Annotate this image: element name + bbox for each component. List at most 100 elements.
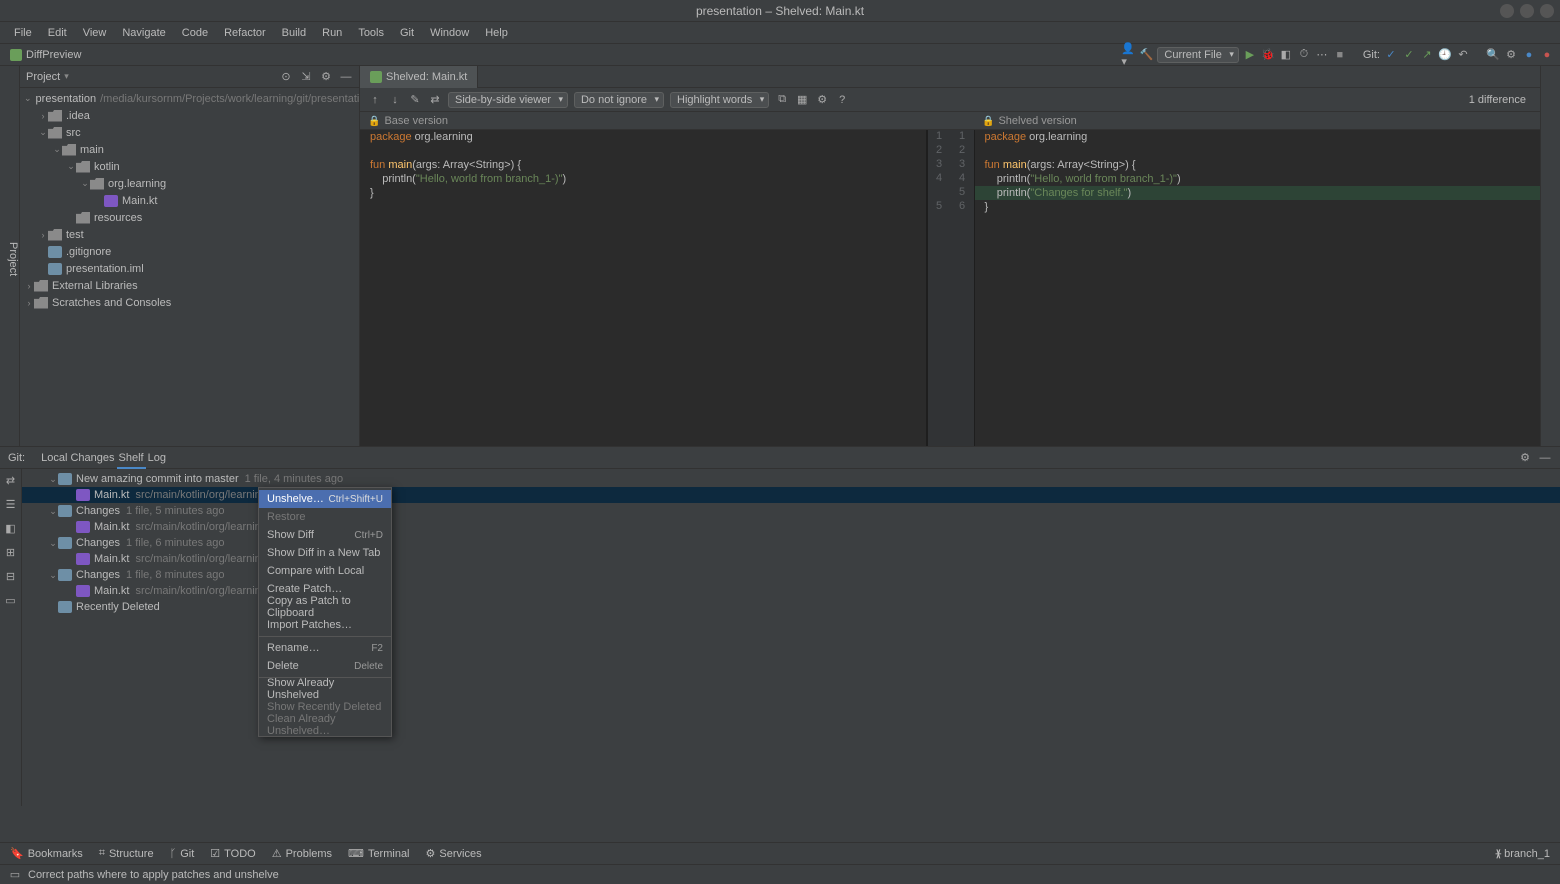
git-rollback-icon[interactable]: ↶	[1456, 48, 1470, 62]
close-button[interactable]	[1540, 4, 1554, 18]
tree-org-learning[interactable]: ⌄org.learning	[20, 175, 359, 192]
edit-icon[interactable]: ✎	[408, 93, 422, 107]
menu-item-copy-as-patch-to-clipboard[interactable]: Copy as Patch to Clipboard	[259, 598, 391, 616]
maximize-button[interactable]	[1520, 4, 1534, 18]
footer-tab-services[interactable]: ⚙ Services	[426, 847, 482, 860]
run-config-combo[interactable]: Current File	[1157, 47, 1238, 63]
next-diff-icon[interactable]: ↓	[388, 93, 402, 107]
menu-run[interactable]: Run	[314, 27, 350, 39]
stop-icon[interactable]: ■	[1333, 48, 1347, 62]
shelf-item[interactable]: Main.ktsrc/main/kotlin/org/learning	[22, 551, 1560, 567]
menu-item-compare-with-local[interactable]: Compare with Local	[259, 562, 391, 580]
hammer-icon[interactable]: 🔨	[1139, 48, 1153, 62]
diff-pane-right[interactable]: package org.learningfun main(args: Array…	[975, 130, 1541, 446]
menu-navigate[interactable]: Navigate	[114, 27, 173, 39]
menu-build[interactable]: Build	[274, 27, 314, 39]
minimize-button[interactable]	[1500, 4, 1514, 18]
panel-hide-icon[interactable]: —	[339, 70, 353, 84]
shelf-item[interactable]: ⌄New amazing commit into master1 file, 4…	[22, 471, 1560, 487]
tree-external-libraries[interactable]: ›External Libraries	[20, 277, 359, 294]
collapse-icon[interactable]: ⧉	[775, 93, 789, 107]
menu-git[interactable]: Git	[392, 27, 422, 39]
nav-diffpreview[interactable]: DiffPreview	[6, 49, 85, 61]
expand-all-icon[interactable]: ⇲	[299, 70, 313, 84]
git-history-icon[interactable]: 🕘	[1438, 48, 1452, 62]
shelf-item[interactable]: Main.ktsrc/main/kotlin/org/learning	[22, 583, 1560, 599]
menu-item-show-already-unshelved[interactable]: Show Already Unshelved	[259, 680, 391, 698]
shelf-preview-icon[interactable]: ▭	[4, 593, 18, 607]
footer-tab-problems[interactable]: ⚠ Problems	[272, 847, 332, 860]
settings-icon[interactable]: ⚙	[1504, 48, 1518, 62]
project-tool-tab[interactable]: Project	[0, 66, 20, 446]
shelf-group-icon[interactable]: ☰	[4, 497, 18, 511]
menu-view[interactable]: View	[75, 27, 115, 39]
tree-resources[interactable]: resources	[20, 209, 359, 226]
footer-tab-bookmarks[interactable]: 🔖 Bookmarks	[10, 847, 83, 860]
menu-file[interactable]: File	[6, 27, 40, 39]
diff-settings-icon[interactable]: ⚙	[815, 93, 829, 107]
tree-main-kt[interactable]: Main.kt	[20, 192, 359, 209]
footer-tab-todo[interactable]: ☑ TODO	[210, 847, 255, 860]
toggle-icon[interactable]: ⇄	[428, 93, 442, 107]
shelf-item[interactable]: ⌄Changes1 file, 8 minutes ago	[22, 567, 1560, 583]
panel-settings-icon[interactable]: ⚙	[319, 70, 333, 84]
shelf-expand-icon[interactable]: ⊞	[4, 545, 18, 559]
menu-tools[interactable]: Tools	[350, 27, 392, 39]
ide-errors-icon[interactable]: ●	[1540, 48, 1554, 62]
debug-icon[interactable]: 🐞	[1261, 48, 1275, 62]
menu-help[interactable]: Help	[477, 27, 516, 39]
menu-refactor[interactable]: Refactor	[216, 27, 274, 39]
menu-item-show-diff[interactable]: Show DiffCtrl+D	[259, 526, 391, 544]
git-panel-hide-icon[interactable]: —	[1538, 451, 1552, 465]
menu-window[interactable]: Window	[422, 27, 477, 39]
footer-tab-terminal[interactable]: ⌨ Terminal	[348, 847, 409, 860]
shelf-collapse-icon[interactable]: ⊟	[4, 569, 18, 583]
shelf-item[interactable]: Recently Deleted	[22, 599, 1560, 615]
tree--gitignore[interactable]: .gitignore	[20, 243, 359, 260]
tree-scratches[interactable]: ›Scratches and Consoles	[20, 294, 359, 311]
shelf-item[interactable]: Main.ktsrc/main/kotlin/org/learning	[22, 519, 1560, 535]
git-tab-shelf[interactable]: Shelf	[117, 449, 146, 469]
shelf-item[interactable]: ⌄Changes1 file, 5 minutes ago	[22, 503, 1560, 519]
git-commit-icon[interactable]: ✓	[1402, 48, 1416, 62]
git-push-icon[interactable]: ↗	[1420, 48, 1434, 62]
sync-scroll-icon[interactable]: ▦	[795, 93, 809, 107]
menu-item-delete[interactable]: DeleteDelete	[259, 657, 391, 675]
tree-presentation-iml[interactable]: presentation.iml	[20, 260, 359, 277]
git-panel-settings-icon[interactable]: ⚙	[1518, 451, 1532, 465]
git-tab-log[interactable]: Log	[146, 449, 168, 467]
search-everywhere-icon[interactable]: 🔍	[1486, 48, 1500, 62]
run-icon[interactable]: ▶	[1243, 48, 1257, 62]
shelf-item[interactable]: Main.ktsrc/main/kotlin/org/learning	[22, 487, 1560, 503]
attach-icon[interactable]: ⋯	[1315, 48, 1329, 62]
menu-edit[interactable]: Edit	[40, 27, 75, 39]
branch-indicator[interactable]: ᚕ branch_1	[1496, 847, 1550, 860]
shelf-diff-icon[interactable]: ⇄	[4, 473, 18, 487]
select-opened-icon[interactable]: ⊙	[279, 70, 293, 84]
prev-diff-icon[interactable]: ↑	[368, 93, 382, 107]
menu-item-rename-[interactable]: Rename…F2	[259, 639, 391, 657]
tree-test[interactable]: ›test	[20, 226, 359, 243]
coverage-icon[interactable]: ◧	[1279, 48, 1293, 62]
editor-tab-shelved-main[interactable]: Shelved: Main.kt	[360, 66, 478, 88]
highlight-mode-combo[interactable]: Highlight words	[670, 92, 769, 108]
ignore-mode-combo[interactable]: Do not ignore	[574, 92, 664, 108]
help-icon[interactable]: ?	[835, 93, 849, 107]
tree-src[interactable]: ⌄src	[20, 124, 359, 141]
user-icon[interactable]: 👤▾	[1121, 48, 1135, 62]
menu-item-show-diff-in-a-new-tab[interactable]: Show Diff in a New Tab	[259, 544, 391, 562]
footer-tab-git[interactable]: ᚴ Git	[170, 848, 195, 860]
tree-root[interactable]: ⌄presentation/media/kursornm/Projects/wo…	[20, 90, 359, 107]
shelf-item[interactable]: ⌄Changes1 file, 6 minutes ago	[22, 535, 1560, 551]
git-tab-local-changes[interactable]: Local Changes	[39, 449, 116, 467]
tree--idea[interactable]: ›.idea	[20, 107, 359, 124]
menu-code[interactable]: Code	[174, 27, 216, 39]
profile-icon[interactable]: ⏱	[1297, 48, 1311, 62]
footer-tab-structure[interactable]: ⌗ Structure	[99, 847, 154, 860]
ide-updates-icon[interactable]: ●	[1522, 48, 1536, 62]
tree-main[interactable]: ⌄main	[20, 141, 359, 158]
tree-kotlin[interactable]: ⌄kotlin	[20, 158, 359, 175]
git-update-icon[interactable]: ✓	[1384, 48, 1398, 62]
menu-item-unshelve-[interactable]: Unshelve…Ctrl+Shift+U	[259, 490, 391, 508]
viewer-mode-combo[interactable]: Side-by-side viewer	[448, 92, 568, 108]
